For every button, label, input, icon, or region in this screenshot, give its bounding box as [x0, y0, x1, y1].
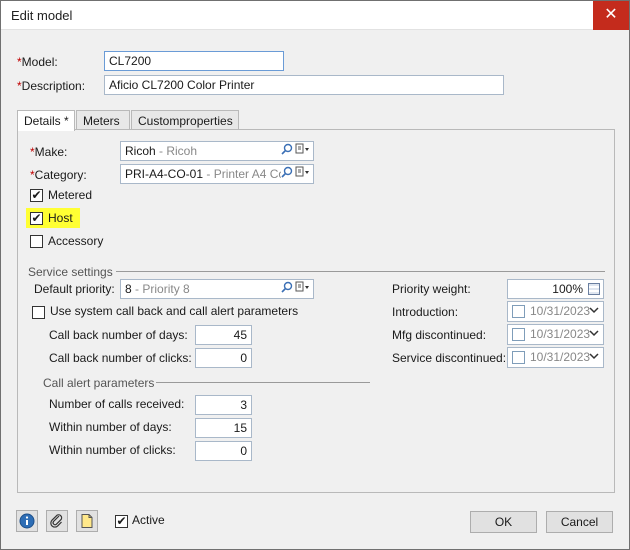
mfg-discontinued-label: Mfg discontinued:	[392, 328, 487, 342]
close-button[interactable]: ✕	[593, 1, 629, 30]
calls-received-label: Number of calls received:	[49, 397, 185, 411]
service-discontinued-date[interactable]: 10/31/2023	[507, 347, 604, 368]
call-alert-title: Call alert parameters	[43, 376, 155, 390]
model-input[interactable]: CL7200	[104, 51, 284, 71]
search-icon[interactable]	[281, 281, 293, 296]
notes-button[interactable]	[76, 510, 98, 532]
callback-clicks-input[interactable]: 0	[195, 348, 252, 368]
accessory-label: Accessory	[48, 234, 104, 248]
cancel-button[interactable]: Cancel	[546, 511, 613, 533]
priority-weight-label: Priority weight:	[392, 282, 471, 296]
tab-details[interactable]: Details *	[17, 110, 75, 131]
service-settings-divider	[116, 271, 605, 272]
category-lookup[interactable]: PRI-A4-CO-01 - Printer A4 Colo	[120, 164, 314, 184]
service-discontinued-date-checkbox[interactable]	[512, 351, 525, 364]
priority-weight-input[interactable]: 100%	[507, 279, 604, 299]
within-days-input[interactable]: 15	[195, 418, 252, 438]
picker-dropdown-icon[interactable]	[295, 281, 311, 296]
mfg-discontinued-date-checkbox[interactable]	[512, 328, 525, 341]
active-label: Active	[132, 513, 165, 527]
paperclip-icon	[50, 514, 63, 528]
callback-days-label: Call back number of days:	[49, 328, 188, 342]
attachment-button[interactable]	[46, 510, 68, 532]
picker-dropdown-icon[interactable]	[295, 166, 311, 181]
calls-received-input[interactable]: 3	[195, 395, 252, 415]
introduction-date[interactable]: 10/31/2023	[507, 301, 604, 322]
edit-model-dialog: Edit model ✕ *Model: CL7200 *Description…	[0, 0, 630, 550]
ok-button[interactable]: OK	[470, 511, 537, 533]
tab-meters[interactable]: Meters	[76, 110, 130, 130]
host-checkbox[interactable]: ✔	[30, 212, 43, 225]
accessory-checkbox[interactable]	[30, 235, 43, 248]
use-system-params-label: Use system call back and call alert para…	[50, 304, 299, 318]
chevron-down-icon[interactable]	[589, 326, 599, 343]
category-label: *Category:	[30, 168, 87, 182]
call-alert-divider	[156, 382, 370, 383]
callback-clicks-label: Call back number of clicks:	[49, 351, 192, 365]
info-icon	[19, 513, 35, 529]
window-title: Edit model	[11, 8, 73, 23]
tab-customproperties[interactable]: Customproperties	[131, 110, 239, 130]
title-bar: Edit model ✕	[1, 1, 629, 30]
mfg-discontinued-date[interactable]: 10/31/2023	[507, 324, 604, 345]
search-icon[interactable]	[281, 143, 293, 158]
close-icon: ✕	[604, 6, 618, 23]
search-icon[interactable]	[281, 166, 293, 181]
make-lookup[interactable]: Ricoh - Ricoh	[120, 141, 314, 161]
introduction-date-checkbox[interactable]	[512, 305, 525, 318]
within-clicks-input[interactable]: 0	[195, 441, 252, 461]
calculator-icon[interactable]	[588, 283, 600, 295]
service-discontinued-label: Service discontinued:	[392, 351, 507, 365]
service-settings-title: Service settings	[28, 265, 113, 279]
note-icon	[81, 514, 93, 528]
introduction-label: Introduction:	[392, 305, 459, 319]
within-days-label: Within number of days:	[49, 420, 172, 434]
callback-days-input[interactable]: 45	[195, 325, 252, 345]
within-clicks-label: Within number of clicks:	[49, 443, 176, 457]
info-button[interactable]	[16, 510, 38, 532]
model-label: *Model:	[17, 55, 58, 69]
default-priority-lookup[interactable]: 8 - Priority 8	[120, 279, 314, 299]
metered-checkbox[interactable]: ✔	[30, 189, 43, 202]
details-panel: *Make: Ricoh - Ricoh *Category: PRI-A4-C…	[17, 129, 615, 493]
picker-dropdown-icon[interactable]	[295, 143, 311, 158]
chevron-down-icon[interactable]	[589, 303, 599, 320]
make-label: *Make:	[30, 145, 68, 159]
metered-label: Metered	[48, 188, 93, 202]
default-priority-label: Default priority:	[34, 282, 115, 296]
use-system-params-checkbox[interactable]	[32, 306, 45, 319]
description-input[interactable]: Aficio CL7200 Color Printer	[104, 75, 504, 95]
description-label: *Description:	[17, 79, 86, 93]
active-checkbox[interactable]: ✔	[115, 515, 128, 528]
chevron-down-icon[interactable]	[589, 349, 599, 366]
host-label: Host	[48, 211, 73, 225]
